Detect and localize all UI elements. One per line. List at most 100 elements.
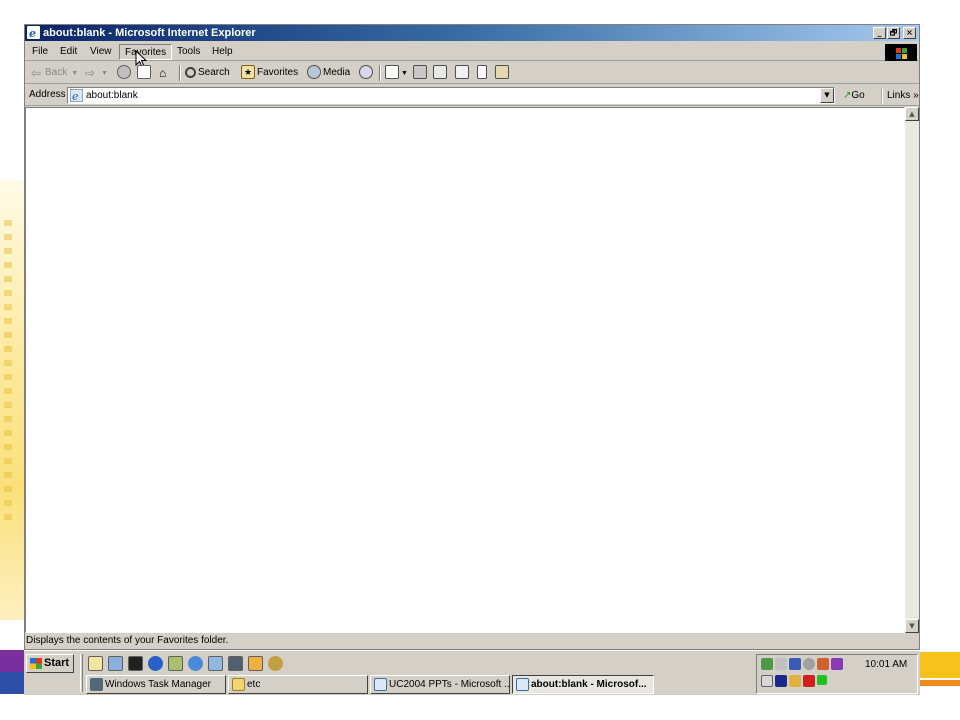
clock[interactable]: 10:01 AM <box>865 659 907 670</box>
close-button[interactable]: × <box>903 27 916 39</box>
address-field[interactable]: e ▼ <box>67 87 835 104</box>
task-about-blank[interactable]: about:blank - Microsof... <box>512 675 654 694</box>
ie-page-icon <box>374 678 387 691</box>
address-input[interactable] <box>86 89 816 102</box>
system-tray: 10:01 AM <box>756 654 918 694</box>
back-arrow-icon: ⇦ <box>31 66 42 81</box>
home-button[interactable]: ⌂ <box>159 65 175 81</box>
slide-accent-stripe-right <box>920 680 960 686</box>
history-button[interactable] <box>359 65 375 81</box>
paint-icon[interactable] <box>168 656 183 671</box>
tray-network-icon[interactable] <box>761 658 773 670</box>
task-etc-folder[interactable]: etc <box>228 675 368 694</box>
title-bar[interactable]: e about:blank - Microsoft Internet Explo… <box>25 25 919 41</box>
stop-icon <box>117 65 131 80</box>
go-button[interactable]: ↗Go <box>843 88 865 104</box>
print-button[interactable] <box>413 65 429 81</box>
toolbar-separator <box>379 65 381 81</box>
tools-icon[interactable] <box>268 656 283 671</box>
quick-launch-handle[interactable] <box>80 654 83 692</box>
internet-explorer-icon[interactable] <box>188 656 203 671</box>
history-icon <box>359 65 373 80</box>
windows-logo <box>885 44 917 61</box>
media-icon <box>307 65 321 80</box>
forward-arrow-icon: ⇨ <box>85 66 96 81</box>
menu-tools[interactable]: Tools <box>172 44 205 60</box>
ie-page-icon <box>516 678 529 691</box>
status-bar: Displays the contents of your Favorites … <box>26 635 229 646</box>
media-button[interactable]: Media <box>307 65 350 81</box>
links-button[interactable]: Links » <box>881 88 919 104</box>
ie-logo-icon: e <box>27 26 40 39</box>
messenger-icon <box>477 65 487 80</box>
mail-button[interactable]: ▼ <box>385 65 408 81</box>
task-manager-icon <box>90 678 103 691</box>
dropdown-arrow-icon: ▼ <box>401 70 408 77</box>
minimize-button[interactable]: _ <box>873 27 886 39</box>
slide-accent-bar-left <box>0 650 24 694</box>
page-content-area[interactable] <box>25 107 905 633</box>
back-button[interactable]: ⇦ Back ▼ <box>31 65 78 81</box>
restore-button[interactable]: 🗗 <box>887 27 900 39</box>
show-desktop-icon[interactable] <box>228 656 243 671</box>
home-icon: ⌂ <box>159 66 167 81</box>
tray-tool-icon[interactable] <box>817 658 829 670</box>
favorites-button[interactable]: ★ Favorites <box>241 65 298 81</box>
window-title: about:blank - Microsoft Internet Explore… <box>43 27 256 39</box>
stop-button[interactable] <box>117 65 133 81</box>
ie-window: e about:blank - Microsoft Internet Explo… <box>24 24 920 650</box>
discuss-button[interactable] <box>455 65 471 81</box>
tray-volume-icon[interactable] <box>775 658 787 670</box>
folder-icon <box>232 678 245 691</box>
search-button[interactable]: Search <box>185 65 230 81</box>
standard-toolbar: ⇦ Back ▼ ⇨ ▼ ⌂ Search ★ Favorites Media ▼ <box>25 62 919 84</box>
command-prompt-icon[interactable] <box>128 656 143 671</box>
edit-button[interactable] <box>433 65 449 81</box>
tray-antivirus-icon[interactable] <box>803 675 815 687</box>
slide-background-decoration <box>0 180 24 620</box>
research-button[interactable] <box>495 65 511 81</box>
menu-edit[interactable]: Edit <box>55 44 82 60</box>
vertical-scrollbar[interactable]: ▲ ▼ <box>905 107 919 633</box>
scroll-up-button[interactable]: ▲ <box>905 107 919 121</box>
menu-file[interactable]: File <box>27 44 53 60</box>
address-label: Address <box>29 89 66 100</box>
outlook-icon[interactable] <box>208 656 223 671</box>
refresh-button[interactable] <box>137 65 153 81</box>
research-icon <box>495 65 509 80</box>
tray-indicator-icon[interactable] <box>817 675 827 685</box>
slide-accent-bar-right <box>920 652 960 678</box>
svg-text:e: e <box>72 90 79 102</box>
edit-icon <box>433 65 447 80</box>
tray-messenger-icon[interactable] <box>775 675 787 687</box>
network-icon[interactable] <box>108 656 123 671</box>
dropdown-arrow-icon: ▼ <box>71 70 79 77</box>
menu-help[interactable]: Help <box>207 44 238 60</box>
tray-app-icon[interactable] <box>831 658 843 670</box>
mail-icon <box>385 65 399 80</box>
media-player-icon[interactable] <box>148 656 163 671</box>
menu-view[interactable]: View <box>85 44 117 60</box>
windows-flag-icon <box>30 658 42 669</box>
chevron-right-icon: » <box>910 90 919 101</box>
page-icon: e <box>70 89 83 102</box>
forward-button[interactable]: ⇨ ▼ <box>85 65 108 81</box>
toolbar-separator <box>179 65 181 81</box>
tray-display-icon[interactable] <box>761 675 773 687</box>
favorites-star-icon: ★ <box>241 65 255 80</box>
refresh-icon <box>137 65 151 80</box>
address-dropdown-button[interactable]: ▼ <box>820 88 834 103</box>
task-windows-task-manager[interactable]: Windows Task Manager <box>86 675 226 694</box>
dropdown-arrow-icon: ▼ <box>101 70 108 77</box>
print-icon <box>413 65 427 80</box>
scroll-down-button[interactable]: ▼ <box>905 619 919 633</box>
task-uc2004-ppts[interactable]: UC2004 PPTs - Microsoft ... <box>370 675 510 694</box>
tray-status-icon[interactable] <box>803 658 815 670</box>
search-icon <box>185 66 196 78</box>
messenger-button[interactable] <box>477 65 489 81</box>
start-button[interactable]: Start <box>26 654 74 673</box>
notepad-icon[interactable] <box>88 656 103 671</box>
tray-shield-icon[interactable] <box>789 658 801 670</box>
calendar-icon[interactable] <box>248 656 263 671</box>
tray-security-icon[interactable] <box>789 675 801 687</box>
